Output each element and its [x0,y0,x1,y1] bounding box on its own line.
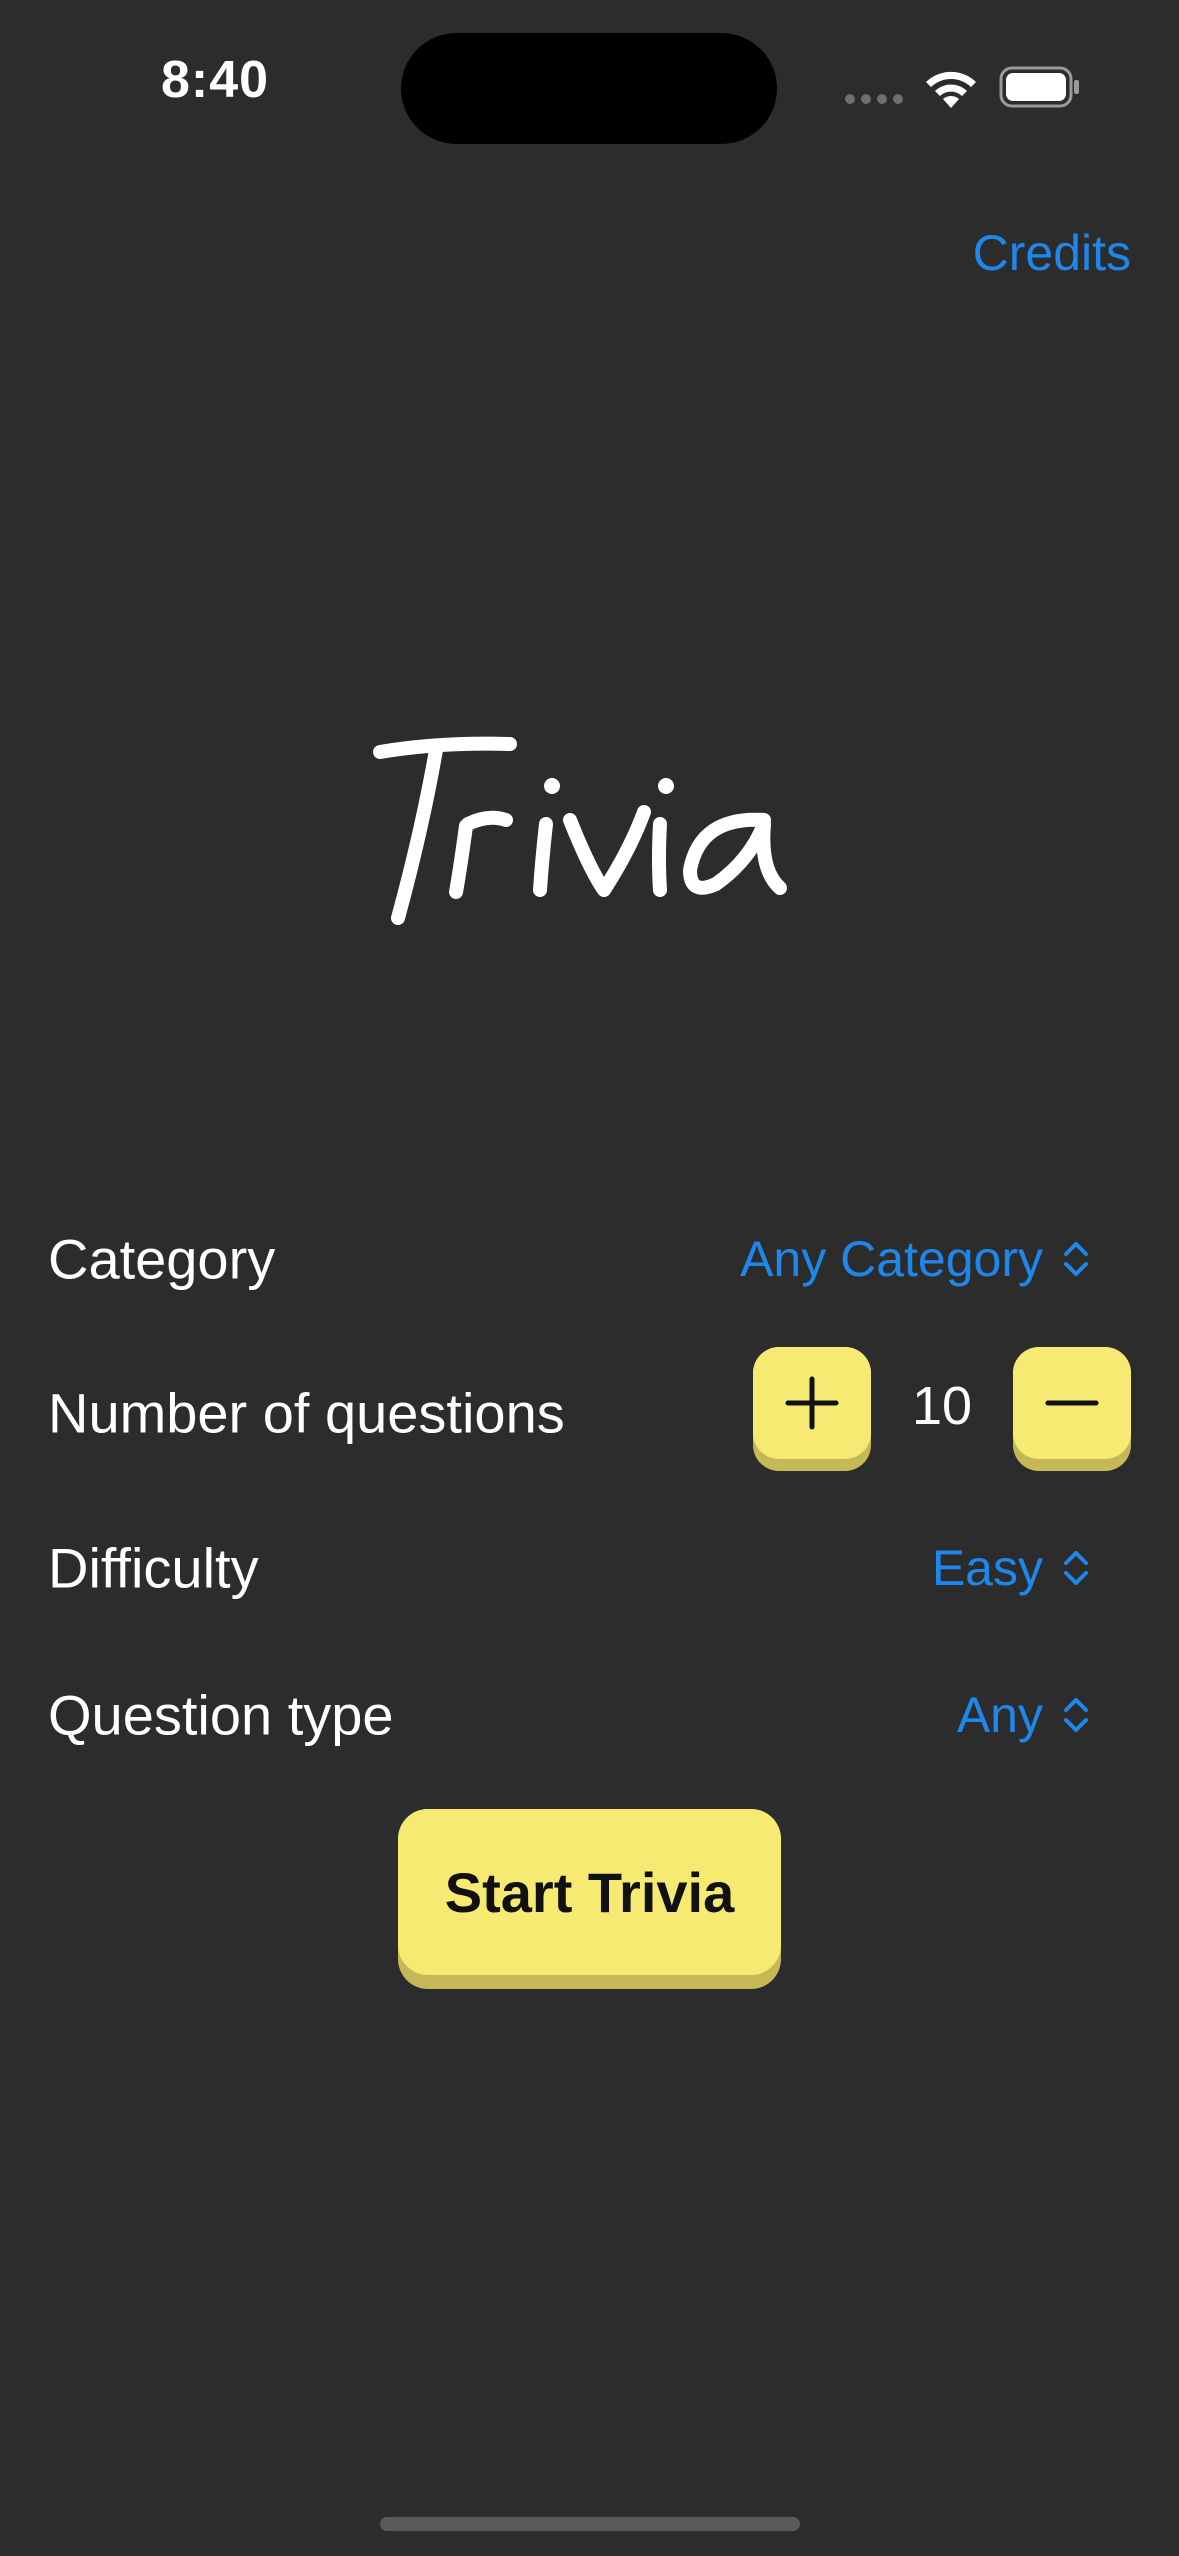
plus-icon [785,1376,839,1430]
chevron-updown-icon [1064,1242,1088,1276]
chevron-updown-icon [1064,1698,1088,1732]
question-type-picker[interactable]: Any [957,1686,1091,1744]
dynamic-island [401,33,777,144]
question-type-label: Question type [48,1683,394,1747]
battery-icon [999,66,1079,108]
category-value: Any Category [740,1231,1043,1287]
increment-button[interactable] [753,1347,871,1471]
status-time: 8:40 [160,51,270,109]
category-label: Category [48,1227,276,1291]
question-count-stepper: 10 [753,1347,1131,1479]
difficulty-picker[interactable]: Easy [932,1539,1091,1597]
wifi-icon [926,71,976,108]
question-count-value: 10 [911,1376,973,1436]
difficulty-label: Difficulty [48,1536,259,1600]
question-count-label: Number of questions [48,1381,565,1445]
minus-icon [1045,1400,1099,1406]
cellular-signal-icon [845,94,903,104]
question-type-value: Any [956,1687,1043,1743]
category-picker[interactable]: Any Category [740,1230,1091,1288]
question-count-row: Number of questions 10 [48,1347,1131,1471]
category-row: Category Any Category [48,1209,1131,1309]
home-indicator[interactable] [380,2517,800,2531]
start-trivia-button[interactable]: Start Trivia [398,1809,781,1989]
chevron-updown-icon [1064,1551,1088,1585]
difficulty-row: Difficulty Easy [48,1518,1131,1618]
start-trivia-label: Start Trivia [444,1860,735,1924]
question-type-row: Question type Any [48,1665,1131,1765]
status-bar: 8:40 [0,0,1179,160]
trivia-logo [373,736,787,925]
credits-link[interactable]: Credits [973,224,1131,282]
decrement-button[interactable] [1013,1347,1131,1471]
difficulty-value: Easy [931,1540,1043,1596]
